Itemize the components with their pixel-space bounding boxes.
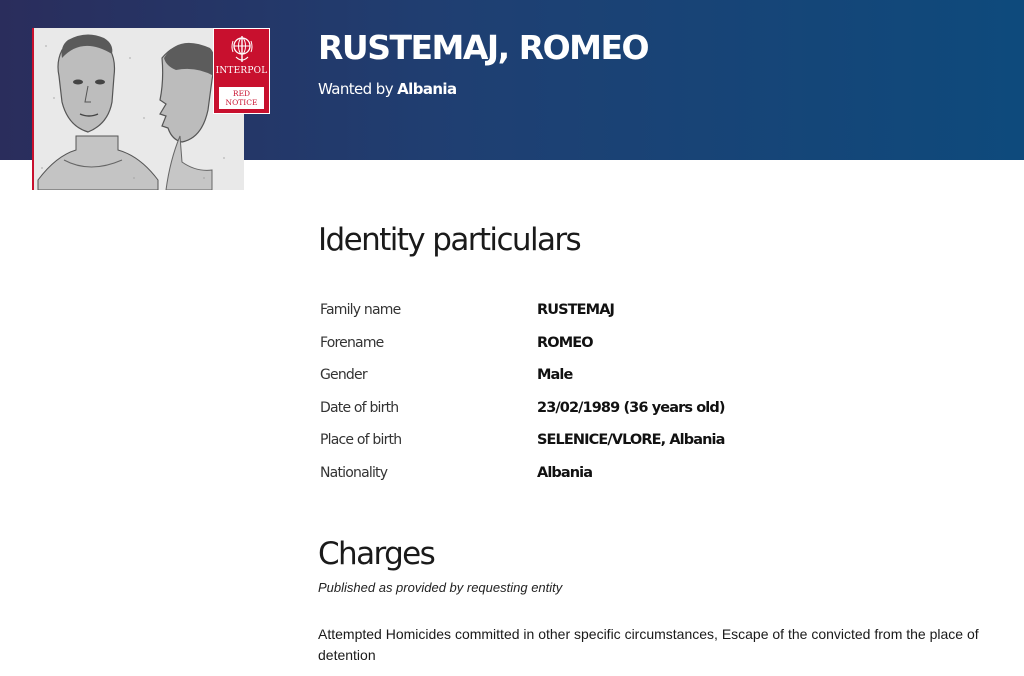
particular-value: 23/02/1989 (36 years old) xyxy=(537,399,725,416)
particular-value: RUSTEMAJ xyxy=(537,302,615,318)
particular-value: Male xyxy=(537,367,573,383)
wanted-by: Wanted by Albania xyxy=(318,80,457,98)
particular-value: Albania xyxy=(537,464,593,481)
interpol-globe-icon xyxy=(231,36,252,62)
particular-value: SELENICE/VLORE, Albania xyxy=(537,432,725,448)
particular-row-place-of-birth: Place of birth SELENICE/VLORE, Albania xyxy=(320,432,920,465)
particular-label: Place of birth xyxy=(320,432,402,448)
red-notice-badge: INTERPOL RED NOTICE xyxy=(213,28,270,114)
red-notice-line1: RED xyxy=(232,89,251,98)
particular-label: Forename xyxy=(320,334,384,351)
wanted-by-country: Albania xyxy=(397,80,457,98)
person-name: RUSTEMAJ, ROMEO xyxy=(318,28,650,67)
particular-label: Date of birth xyxy=(320,399,399,416)
wanted-by-label: Wanted by xyxy=(318,80,394,98)
charges-source-note: Published as provided by requesting enti… xyxy=(318,580,563,595)
particular-row-family-name: Family name RUSTEMAJ xyxy=(320,302,920,335)
particular-value: ROMEO xyxy=(537,334,594,351)
charges-description: Attempted Homicides committed in other s… xyxy=(318,626,979,663)
identity-section-title: Identity particulars xyxy=(318,222,582,258)
particular-row-forename: Forename ROMEO xyxy=(320,335,920,368)
particular-row-nationality: Nationality Albania xyxy=(320,465,920,498)
particular-label: Nationality xyxy=(320,464,388,481)
identity-particulars-table: Family name RUSTEMAJ Forename ROMEO Gend… xyxy=(320,302,920,497)
particular-label: Gender xyxy=(320,367,368,383)
charges-section-title: Charges xyxy=(318,536,436,572)
red-notice-line2: NOTICE xyxy=(225,98,258,107)
particular-label: Family name xyxy=(320,302,401,318)
particular-row-gender: Gender Male xyxy=(320,367,920,400)
red-notice-label: RED NOTICE xyxy=(219,87,264,109)
particular-row-date-of-birth: Date of birth 23/02/1989 (36 years old) xyxy=(320,400,920,433)
interpol-wordmark: INTERPOL xyxy=(215,66,268,76)
